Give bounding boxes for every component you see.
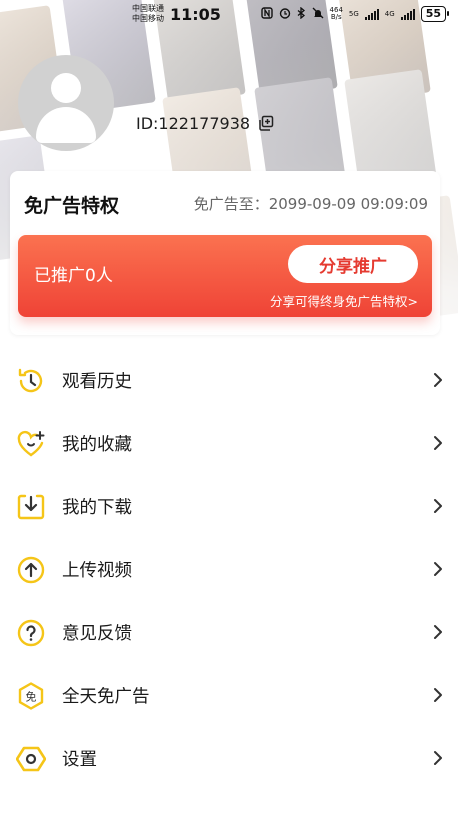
menu-item-feedback[interactable]: 意见反馈 <box>0 601 458 664</box>
feedback-question-icon <box>16 618 46 648</box>
avatar-head <box>51 73 81 103</box>
promotion-banner: 已推广0人 分享推广 分享可得终身免广告特权> <box>18 235 432 317</box>
status-icons: 464 B/s 5G 4G 55 <box>260 6 450 22</box>
chevron-right-icon <box>432 560 444 578</box>
history-icon <box>16 366 46 396</box>
copy-icon[interactable] <box>258 115 274 131</box>
settings-hexagon-icon <box>15 744 47 774</box>
net-speed-unit: B/s <box>330 13 342 21</box>
menu-item-upload[interactable]: 上传视频 <box>0 538 458 601</box>
menu-item-label: 意见反馈 <box>62 624 132 644</box>
ad-free-expiry: 免广告至：2099-09-09 09:09:09 <box>193 195 428 213</box>
battery-level: 55 <box>420 6 450 22</box>
download-icon <box>16 492 46 522</box>
chevron-right-icon <box>432 749 444 767</box>
network-4g-label: 4G <box>384 9 395 18</box>
ad-free-title: 免广告特权 <box>24 195 120 217</box>
menu-item-ad-free[interactable]: 免 全天免广告 <box>0 664 458 727</box>
signal-bars-icon <box>364 8 379 20</box>
nfc-icon <box>260 6 273 22</box>
signal-4g: 4G <box>384 9 395 18</box>
menu-item-label: 全天免广告 <box>62 687 150 707</box>
menu-item-label: 我的下载 <box>62 498 132 518</box>
chevron-right-icon <box>432 497 444 515</box>
chevron-right-icon <box>432 623 444 641</box>
menu-item-label: 设置 <box>62 750 97 770</box>
alarm-icon <box>279 7 291 22</box>
favorite-heart-icon <box>16 429 46 459</box>
chevron-right-icon <box>432 434 444 452</box>
ad-free-icon: 免 <box>16 681 46 711</box>
menu-item-favorites[interactable]: 我的收藏 <box>0 412 458 475</box>
menu-list: 观看历史 我的收藏 我的下载 上传视频 意见反馈 免 全天免广告 设置 <box>0 349 458 790</box>
menu-item-label: 上传视频 <box>62 561 132 581</box>
carrier-names: 中国联通 中国移动 <box>132 4 164 24</box>
carrier-1: 中国联通 <box>132 4 164 13</box>
menu-item-settings[interactable]: 设置 <box>0 727 458 790</box>
avatar[interactable] <box>18 55 114 151</box>
svg-text:免: 免 <box>26 690 37 704</box>
status-bar: 中国联通 中国移动 11:05 464 B/s 5G 4G 55 <box>0 0 458 28</box>
net-speed: 464 B/s <box>330 7 343 21</box>
chevron-right-icon <box>432 371 444 389</box>
carrier-2: 中国移动 <box>132 14 164 23</box>
bluetooth-icon <box>297 6 306 22</box>
upload-icon <box>16 555 46 585</box>
promoted-count: 已推广0人 <box>34 266 113 286</box>
user-id: ID:122177938 <box>136 114 251 133</box>
menu-item-label: 我的收藏 <box>62 435 132 455</box>
avatar-body <box>36 107 96 143</box>
menu-item-history[interactable]: 观看历史 <box>0 349 458 412</box>
share-promote-button[interactable]: 分享推广 <box>288 245 418 283</box>
signal-5g: 5G <box>348 9 359 18</box>
mute-bell-icon <box>312 7 324 22</box>
network-5g-label: 5G <box>348 9 359 18</box>
menu-item-label: 观看历史 <box>62 372 132 392</box>
ad-free-card: 免广告特权 免广告至：2099-09-09 09:09:09 已推广0人 分享推… <box>10 171 440 335</box>
share-tip-link[interactable]: 分享可得终身免广告特权> <box>270 291 418 310</box>
signal-bars-icon <box>400 8 415 20</box>
chevron-right-icon <box>432 686 444 704</box>
menu-item-downloads[interactable]: 我的下载 <box>0 475 458 538</box>
status-time: 11:05 <box>170 4 221 24</box>
